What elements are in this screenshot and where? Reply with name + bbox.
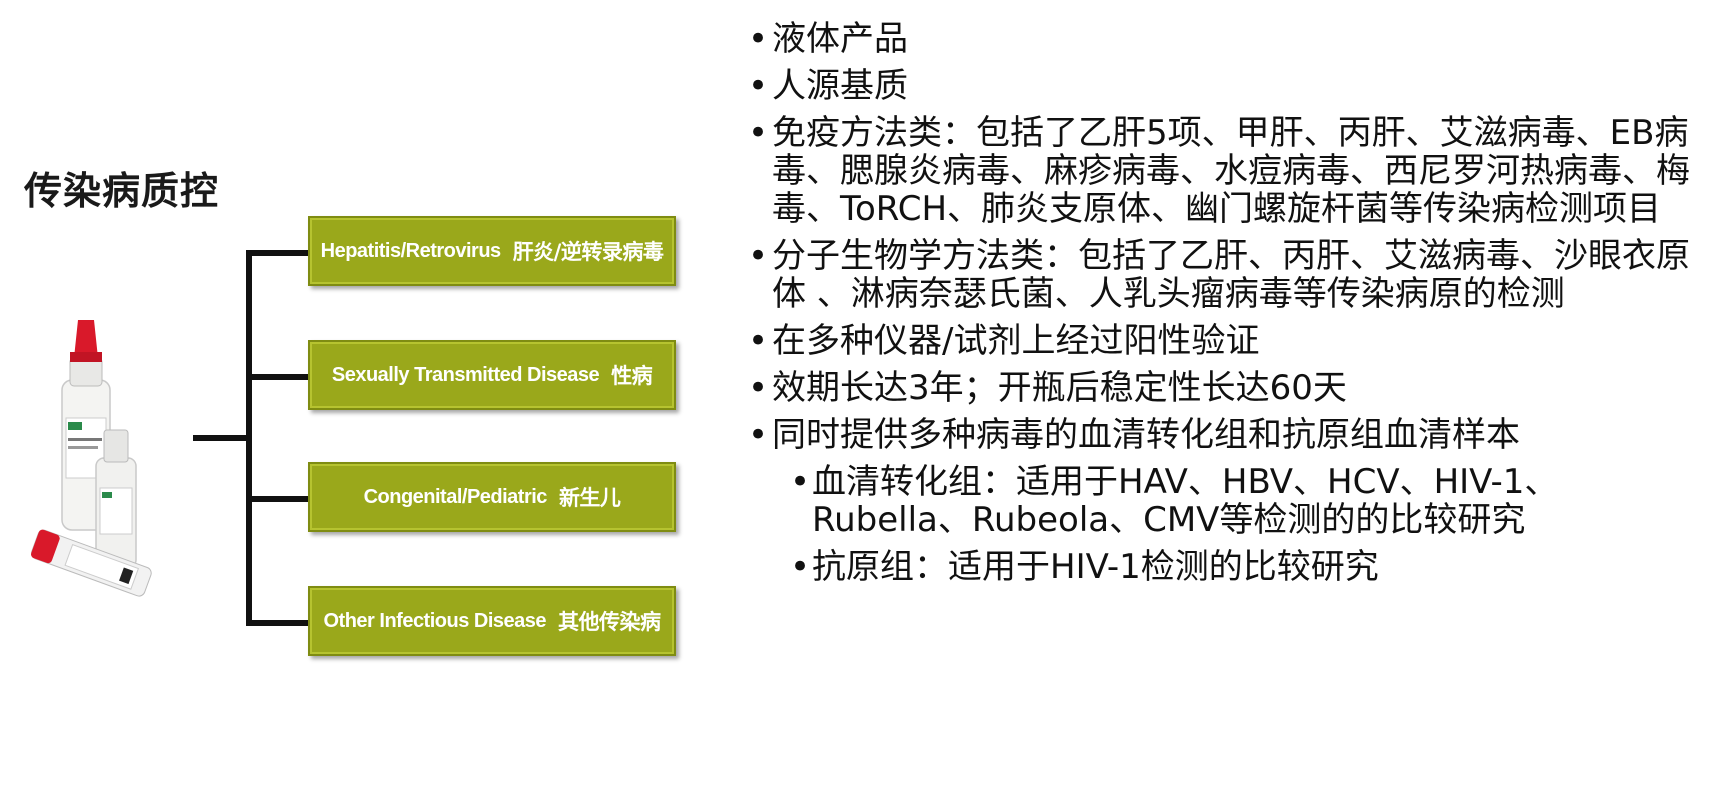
category-en-label: Hepatitis/Retrovirus	[320, 239, 502, 262]
bullet-item: 分子生物学方法类：包括了乙肝、丙肝、艾滋病毒、沙眼衣原体 、淋病奈瑟氏菌、人乳头…	[748, 237, 1708, 313]
bullet-item: 液体产品	[748, 20, 1708, 58]
product-image	[31, 320, 152, 597]
tree-branch-line	[246, 374, 308, 380]
sub-bullet-item: 抗原组：适用于HIV-1检测的比较研究	[790, 548, 1708, 586]
bullet-item: 在多种仪器/试剂上经过阳性验证	[748, 322, 1708, 360]
tree-trunk-line	[246, 250, 252, 626]
tree-branch-line	[246, 620, 308, 626]
category-sexually-transmitted-disease: Sexually Transmitted Disease 性病	[308, 340, 676, 410]
tree-root-line	[193, 435, 250, 441]
category-cn-label: 其他传染病	[558, 609, 661, 634]
feature-bullet-list: 液体产品 人源基质 免疫方法类：包括了乙肝5项、甲肝、丙肝、艾滋病毒、EB病毒、…	[748, 20, 1708, 595]
category-cn-label: 性病	[611, 363, 653, 388]
bullet-item: 同时提供多种病毒的血清转化组和抗原组血清样本	[748, 416, 1708, 454]
category-en-label: Sexually Transmitted Disease	[331, 363, 600, 386]
category-en-label: Congenital/Pediatric	[363, 485, 548, 508]
bullet-item: 效期长达3年；开瓶后稳定性长达60天	[748, 369, 1708, 407]
tree-branch-line	[246, 250, 308, 256]
category-congenital-pediatric: Congenital/Pediatric 新生儿	[308, 462, 676, 532]
tree-branch-line	[246, 496, 308, 502]
category-other-infectious-disease: Other Infectious Disease 其他传染病	[308, 586, 676, 656]
category-hepatitis-retrovirus: Hepatitis/Retrovirus 肝炎/逆转录病毒	[308, 216, 676, 286]
category-cn-label: 肝炎/逆转录病毒	[512, 239, 664, 264]
bullet-item: 免疫方法类：包括了乙肝5项、甲肝、丙肝、艾滋病毒、EB病毒、腮腺炎病毒、麻疹病毒…	[748, 114, 1708, 228]
category-en-label: Other Infectious Disease	[323, 609, 547, 632]
sub-bullet-item: 血清转化组：适用于HAV、HBV、HCV、HIV-1、Rubella、Rubeo…	[790, 463, 1708, 539]
page-title: 传染病质控	[24, 168, 220, 213]
category-cn-label: 新生儿	[558, 485, 621, 510]
bullet-item: 人源基质	[748, 67, 1708, 105]
